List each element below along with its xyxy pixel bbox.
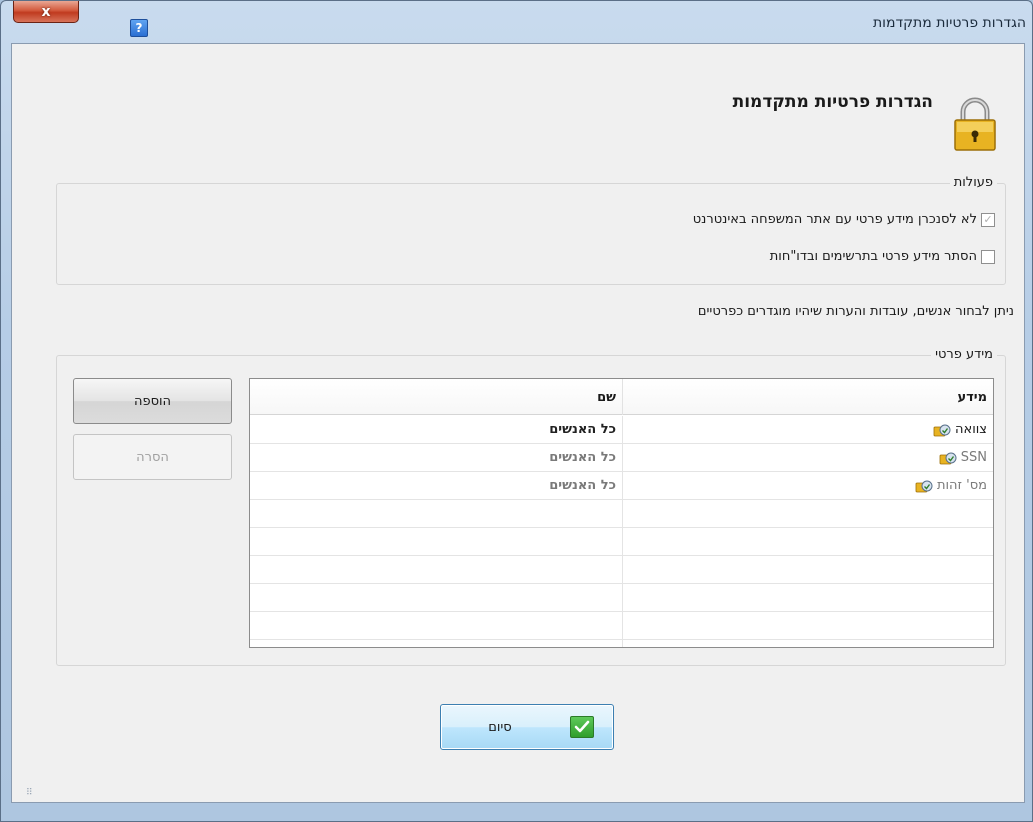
finish-button-label: סיום: [488, 719, 512, 735]
empty-cell: [250, 500, 622, 527]
empty-cell: [250, 528, 622, 555]
empty-row: [250, 640, 993, 647]
actions-group: פעולות ✓ לא לסנכרן מידע פרטי עם אתר המשפ…: [56, 175, 1006, 285]
sync-private-checkbox-row: ✓ לא לסנכרן מידע פרטי עם אתר המשפחה באינ…: [693, 212, 995, 227]
title-bar: x ? הגדרות פרטיות מתקדמות: [1, 1, 1032, 43]
dialog-client-area: הגדרות פרטיות מתקדמות פעולות ✓ לא לסנכרן…: [11, 43, 1025, 803]
empty-cell: [622, 612, 993, 639]
remove-button: הסרה: [73, 434, 232, 480]
cell-name: כל האנשים: [549, 478, 616, 493]
empty-row: [250, 528, 993, 556]
cell-name: כל האנשים: [549, 422, 616, 437]
dialog-window: x ? הגדרות פרטיות מתקדמות הגדרות פרטיות …: [0, 0, 1033, 822]
table-row[interactable]: צוואה כל האנשים: [250, 416, 993, 444]
column-header-info[interactable]: מידע: [622, 379, 993, 415]
private-fact-icon: [939, 452, 957, 464]
cell-info: SSN: [622, 444, 993, 471]
hide-private-checkbox-row[interactable]: הסתר מידע פרטי בתרשימים ובדו"חות: [770, 249, 995, 264]
help-button[interactable]: ?: [130, 19, 148, 37]
private-info-group-label: מידע פרטי: [931, 347, 997, 362]
close-button[interactable]: x: [13, 1, 79, 23]
empty-cell: [622, 500, 993, 527]
table-row[interactable]: SSN כל האנשים: [250, 444, 993, 472]
help-icon: ?: [135, 21, 143, 35]
cell-info-text: מס' זהות: [936, 478, 987, 493]
cell-info-text: SSN: [960, 450, 987, 465]
empty-row: [250, 556, 993, 584]
empty-cell: [622, 640, 993, 647]
empty-cell: [250, 640, 622, 647]
cell-info-text: צוואה: [955, 422, 987, 437]
empty-cell: [622, 556, 993, 583]
empty-cell: [250, 584, 622, 611]
private-fact-icon: [915, 480, 933, 492]
window-title: הגדרות פרטיות מתקדמות: [872, 15, 1026, 31]
cell-name: כל האנשים: [549, 450, 616, 465]
empty-cell: [250, 556, 622, 583]
page-title: הגדרות פרטיות מתקדמות: [732, 92, 933, 112]
resize-grip-icon[interactable]: ⠿: [26, 788, 33, 798]
empty-row: [250, 612, 993, 640]
private-info-table[interactable]: מידע שם צוואה כל האנשים SSN כל האנשים מס…: [249, 378, 994, 648]
actions-group-label: פעולות: [949, 175, 997, 190]
column-header-name[interactable]: שם: [250, 379, 622, 415]
check-icon: [570, 716, 594, 738]
finish-button[interactable]: סיום: [440, 704, 614, 750]
empty-cell: [622, 584, 993, 611]
info-text: ניתן לבחור אנשים, עובדות והערות שיהיו מו…: [697, 304, 1014, 319]
empty-cell: [622, 528, 993, 555]
cell-info: מס' זהות: [622, 472, 993, 499]
table-row[interactable]: מס' זהות כל האנשים: [250, 472, 993, 500]
cell-info: צוואה: [622, 416, 993, 443]
add-button[interactable]: הוספה: [73, 378, 232, 424]
empty-row: [250, 500, 993, 528]
empty-row: [250, 584, 993, 612]
sync-private-checkbox: ✓: [981, 212, 995, 227]
empty-cell: [250, 612, 622, 639]
private-fact-icon: [933, 424, 951, 436]
close-icon: x: [41, 3, 51, 20]
sync-private-label: לא לסנכרן מידע פרטי עם אתר המשפחה באינטר…: [692, 212, 977, 227]
table-header: מידע שם: [250, 379, 993, 415]
hide-private-label: הסתר מידע פרטי בתרשימים ובדו"חות: [769, 249, 977, 264]
lock-icon: [954, 97, 996, 151]
hide-private-checkbox[interactable]: [981, 249, 995, 264]
